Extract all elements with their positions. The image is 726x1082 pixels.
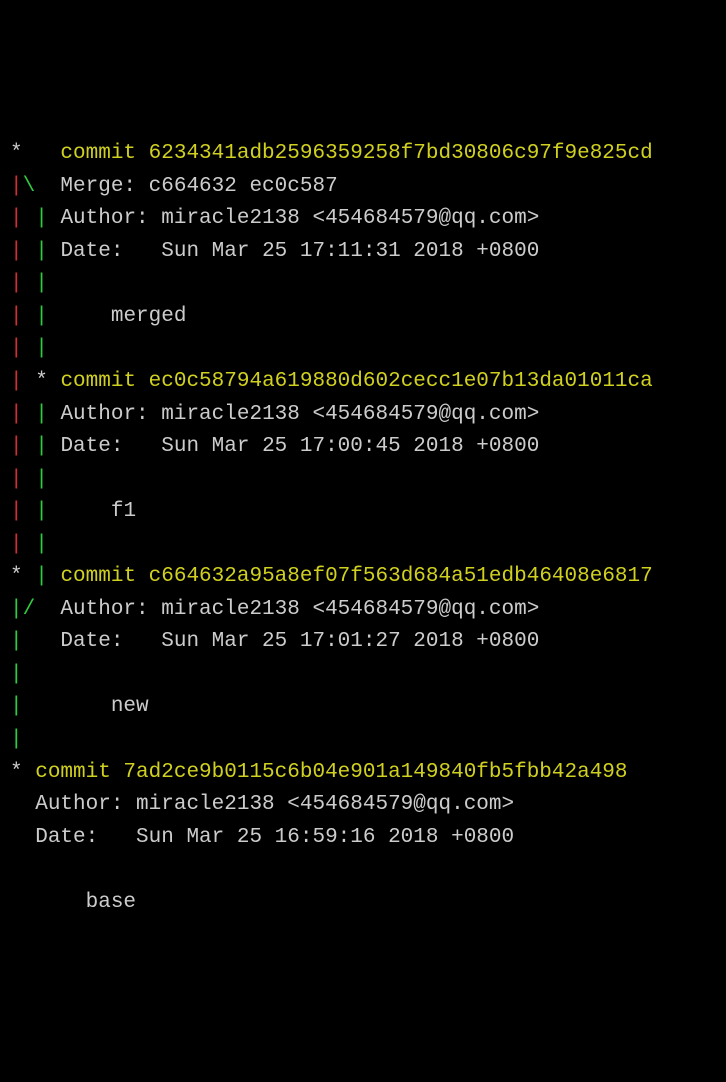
date-line: | | Date: Sun Mar 25 17:00:45 2018 +0800 (10, 431, 726, 464)
blank-line: | | (10, 464, 726, 497)
commit-line: | * commit ec0c58794a619880d602cecc1e07b… (10, 366, 726, 399)
date-line: | | Date: Sun Mar 25 17:11:31 2018 +0800 (10, 236, 726, 269)
author-label: Author: miracle2138 <454684579@qq.com> (60, 598, 539, 621)
git-log-output: * commit 6234341adb2596359258f7bd30806c9… (10, 138, 726, 919)
author-line: |/ Author: miracle2138 <454684579@qq.com… (10, 594, 726, 627)
author-line: | | Author: miracle2138 <454684579@qq.co… (10, 399, 726, 432)
commit-hash-label: commit 7ad2ce9b0115c6b04e901a149840fb5fb… (35, 761, 627, 784)
date-label: Date: Sun Mar 25 17:11:31 2018 +0800 (60, 240, 539, 263)
commit-line: * | commit c664632a95a8ef07f563d684a51ed… (10, 561, 726, 594)
date-label: Date: Sun Mar 25 17:01:27 2018 +0800 (60, 630, 539, 653)
blank-line: | | (10, 529, 726, 562)
commit-message: merged (60, 305, 186, 328)
commit-hash-label: commit c664632a95a8ef07f563d684a51edb464… (60, 565, 652, 588)
commit-message: new (60, 695, 148, 718)
commit-line: * commit 7ad2ce9b0115c6b04e901a149840fb5… (10, 757, 726, 790)
message-line: | | merged (10, 301, 726, 334)
blank-line: | (10, 724, 726, 757)
merge-label: Merge: c664632 ec0c587 (60, 175, 337, 198)
merge-line: |\ Merge: c664632 ec0c587 (10, 171, 726, 204)
message-line: base (10, 887, 726, 920)
commit-message: f1 (60, 500, 136, 523)
date-label: Date: Sun Mar 25 17:00:45 2018 +0800 (60, 435, 539, 458)
author-label: Author: miracle2138 <454684579@qq.com> (60, 207, 539, 230)
date-line: Date: Sun Mar 25 16:59:16 2018 +0800 (10, 822, 726, 855)
commit-message: base (35, 891, 136, 914)
author-line: | | Author: miracle2138 <454684579@qq.co… (10, 203, 726, 236)
blank-line (10, 854, 726, 887)
author-label: Author: miracle2138 <454684579@qq.com> (60, 403, 539, 426)
author-label: Author: miracle2138 <454684579@qq.com> (35, 793, 514, 816)
author-line: Author: miracle2138 <454684579@qq.com> (10, 789, 726, 822)
commit-hash-label: commit ec0c58794a619880d602cecc1e07b13da… (60, 370, 652, 393)
blank-line: | (10, 659, 726, 692)
message-line: | | f1 (10, 496, 726, 529)
blank-line: | | (10, 268, 726, 301)
date-label: Date: Sun Mar 25 16:59:16 2018 +0800 (35, 826, 514, 849)
commit-hash-label: commit 6234341adb2596359258f7bd30806c97f… (60, 142, 652, 165)
message-line: | new (10, 691, 726, 724)
date-line: | Date: Sun Mar 25 17:01:27 2018 +0800 (10, 626, 726, 659)
commit-line: * commit 6234341adb2596359258f7bd30806c9… (10, 138, 726, 171)
blank-line: | | (10, 333, 726, 366)
